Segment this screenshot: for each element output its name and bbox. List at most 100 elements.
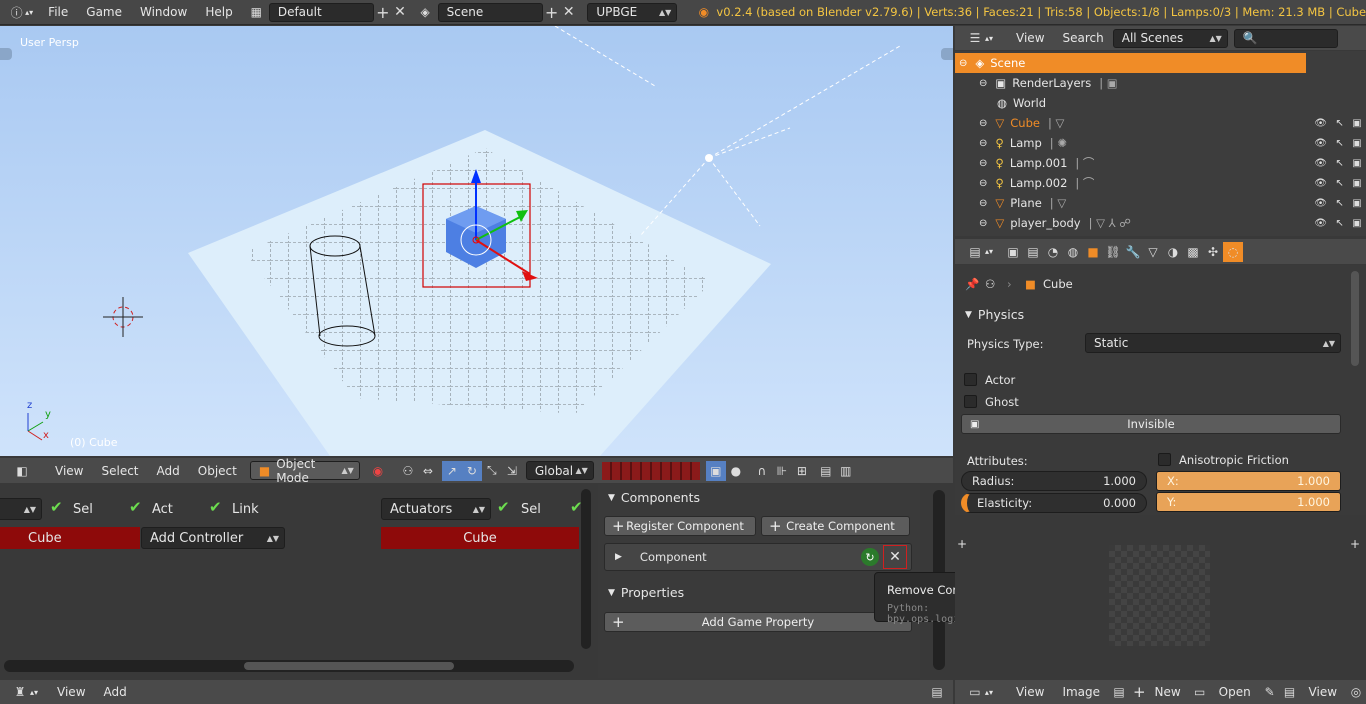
new-image-button[interactable]: New — [1146, 685, 1190, 699]
outliner-row-renderlayers[interactable]: ⊖ ▣ RenderLayers | ▣ — [955, 73, 1310, 93]
physics-type-select[interactable]: Static ▲▼ — [1085, 333, 1341, 353]
logic-editor-icon[interactable]: ♜ — [10, 682, 30, 702]
invisible-toggle[interactable]: ▣ Invisible — [961, 414, 1341, 434]
friction-y-field[interactable]: Y: 1.000 — [1156, 492, 1341, 512]
actor-checkbox[interactable] — [964, 373, 977, 386]
menu-add[interactable]: Add — [148, 464, 189, 478]
physics-tab-icon[interactable]: ◌ — [1223, 241, 1244, 262]
scene-tab-icon[interactable]: ◔ — [1043, 242, 1063, 262]
add-game-property-button[interactable]: + Add Game Property — [604, 612, 912, 632]
image-extra-icon[interactable]: ◎ — [1346, 682, 1366, 702]
open-image-button[interactable]: Open — [1210, 685, 1260, 699]
render-tab-icon[interactable]: ▣ — [1003, 242, 1023, 262]
footer-right-icon[interactable]: ▤ — [927, 682, 947, 702]
image-image-menu[interactable]: Image — [1053, 685, 1109, 699]
outliner-row-plane[interactable]: ⊖ ▽ Plane | ▽ — [955, 193, 1310, 213]
expand-icon[interactable]: ▶ — [615, 552, 622, 562]
elasticity-field[interactable]: Elasticity: 0.000 — [961, 493, 1147, 513]
layer-buttons[interactable] — [601, 461, 700, 480]
scene-icon[interactable]: ◈ — [417, 2, 434, 22]
info-icon[interactable]: ⓘ — [8, 2, 25, 22]
vis-lamp002[interactable]: 👁 ↖ ▣ — [1310, 173, 1366, 193]
vis-lamp[interactable]: 👁 ↖ ▣ — [1310, 133, 1366, 153]
remove-component-button[interactable]: ✕ — [883, 545, 907, 569]
open-image-icon[interactable]: ▭ — [1190, 682, 1210, 702]
camera-icon[interactable]: ▥ — [836, 461, 856, 481]
sel-checkbox[interactable]: ✔ — [50, 498, 63, 516]
menu-view[interactable]: View — [46, 464, 92, 478]
menu-object[interactable]: Object — [189, 464, 246, 478]
image-view-menu[interactable]: View — [1007, 685, 1053, 699]
scale-icon[interactable]: ⤡ — [482, 461, 502, 481]
horizontal-scrollbar[interactable] — [4, 660, 574, 672]
outliner-search[interactable]: Search — [1054, 31, 1113, 45]
outliner-row-cube[interactable]: ⊖ ▽ Cube | ▽ — [955, 113, 1310, 133]
outliner-search-input[interactable]: 🔍 — [1233, 28, 1338, 48]
link-checkbox[interactable]: ✔ — [209, 498, 222, 516]
world-tab-icon[interactable]: ◍ — [1063, 242, 1083, 262]
act-checkbox[interactable]: ✔ — [129, 498, 142, 516]
outliner-row-lamp[interactable]: ⊖ ♀ Lamp | ✺ — [955, 133, 1310, 153]
outliner-icon[interactable]: ☰ — [965, 28, 985, 48]
pin-icon[interactable]: 📌 — [965, 277, 979, 291]
vis-lamp001[interactable]: 👁 ↖ ▣ — [1310, 153, 1366, 173]
cube-editor-icon[interactable]: ◧ — [12, 461, 32, 481]
radius-field[interactable]: Radius: 1.000 — [961, 471, 1147, 491]
constraints-tab-icon[interactable]: ⛓ — [1103, 242, 1123, 262]
properties-editor-icon[interactable]: ▤ — [965, 242, 985, 262]
image-editor[interactable]: + + — [955, 517, 1366, 679]
component-box[interactable]: ▶ Component ↻ ✕ — [604, 543, 912, 571]
physics-section-header[interactable]: ▼ Physics — [965, 307, 1024, 322]
manipulator-icon[interactable]: ⇔ — [418, 461, 438, 481]
actuators-select[interactable]: Actuators ▲▼ — [381, 498, 491, 520]
data-tab-icon[interactable]: ▽ — [1143, 242, 1163, 262]
friction-x-field[interactable]: X: 1.000 — [1156, 471, 1341, 491]
actuator-object-bar[interactable]: Cube — [381, 527, 579, 549]
properties-scrollbar[interactable] — [1351, 271, 1359, 366]
remove-scene-icon[interactable]: ✕ — [560, 2, 577, 22]
left-scroll-handle[interactable] — [0, 48, 12, 60]
outliner-row-lamp002[interactable]: ⊖ ♀ Lamp.002 | ⌒ — [955, 173, 1310, 193]
proportional-icon[interactable]: ● — [726, 461, 746, 481]
footer-menu-view[interactable]: View — [48, 685, 94, 699]
components-header[interactable]: ▼ Components — [608, 490, 700, 505]
pin-image-icon[interactable]: ✎ — [1260, 682, 1280, 702]
translate-icon[interactable]: ↗ — [441, 460, 462, 481]
layout-icon[interactable]: ▦ — [248, 2, 265, 22]
vis-player-body[interactable]: 👁 ↖ ▣ — [1310, 213, 1366, 233]
add-scene-icon[interactable]: + — [543, 2, 560, 22]
object-tab-icon[interactable]: ■ — [1083, 242, 1103, 262]
right-scroll-handle[interactable] — [941, 48, 953, 60]
material-tab-icon[interactable]: ◑ — [1163, 242, 1183, 262]
scale2-icon[interactable]: ⇲ — [502, 461, 522, 481]
vis-cube[interactable]: 👁 ↖ ▣ — [1310, 113, 1366, 133]
add-layout-icon[interactable]: + — [374, 2, 391, 22]
menu-file[interactable]: File — [39, 5, 77, 19]
layers-tab-icon[interactable]: ▤ — [1023, 242, 1043, 262]
anisotropic-checkbox[interactable] — [1158, 453, 1171, 466]
outliner-row-scene[interactable]: ⊖ ◈ Scene — [955, 53, 1306, 73]
menu-game[interactable]: Game — [77, 5, 131, 19]
menu-window[interactable]: Window — [131, 5, 196, 19]
act-sel-checkbox[interactable]: ✔ — [497, 498, 510, 516]
image-view2-menu[interactable]: View — [1300, 685, 1346, 699]
controller-filter[interactable]: ▲▼ — [0, 498, 42, 520]
scene-field[interactable]: Scene — [437, 2, 544, 22]
outliner-filter[interactable]: All Scenes ▲▼ — [1112, 28, 1228, 48]
snap-element-icon[interactable]: ⊪ — [772, 461, 792, 481]
outliner-row-world[interactable]: ◍ World — [955, 93, 1310, 113]
mode-select[interactable]: ■ Object Mode ▲▼ — [249, 457, 360, 485]
create-component-button[interactable]: + Create Component — [761, 516, 910, 536]
grid-snap-icon[interactable]: ⊞ — [792, 461, 812, 481]
engine-select[interactable]: UPBGE ▲▼ — [587, 2, 678, 22]
orientation-select[interactable]: Global ▲▼ — [525, 461, 594, 480]
ghost-checkbox[interactable] — [964, 395, 977, 408]
add-controller-select[interactable]: Add Controller ▲▼ — [141, 527, 285, 549]
footer-menu-add[interactable]: Add — [95, 685, 136, 699]
register-component-button[interactable]: + Register Component — [604, 516, 756, 536]
menu-help[interactable]: Help — [196, 5, 241, 19]
shading-icon[interactable]: ◉ — [368, 461, 388, 481]
particles-tab-icon[interactable]: ✣ — [1203, 242, 1223, 262]
render-icon[interactable]: ▤ — [816, 461, 836, 481]
scrollbar-thumb[interactable] — [244, 662, 454, 670]
